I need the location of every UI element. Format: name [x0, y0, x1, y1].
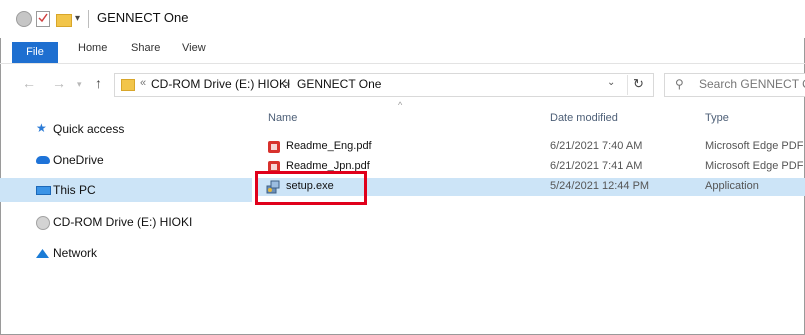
sidebar-item-network[interactable]: Network — [0, 241, 250, 265]
file-type: Application — [705, 180, 759, 192]
address-row: ← → ▾ ↑ « CD-ROM Drive (E:) HIOKI > GENN… — [0, 67, 805, 101]
sidebar-item-quick-access[interactable]: ★ Quick access — [0, 117, 250, 141]
back-arrow-icon[interactable]: ← — [22, 75, 36, 91]
drive-icon — [16, 11, 32, 27]
computer-icon — [36, 186, 51, 195]
file-type: Microsoft Edge PDF — [705, 160, 804, 172]
cd-drive-icon — [36, 216, 50, 230]
sidebar-item-label: OneDrive — [53, 153, 104, 167]
star-icon: ★ — [36, 121, 47, 135]
column-header-type[interactable]: Type — [705, 112, 729, 124]
chevron-right-icon[interactable]: « — [140, 77, 146, 89]
refresh-icon[interactable]: ↻ — [633, 76, 644, 92]
sidebar-item-label: CD-ROM Drive (E:) HIOKI — [53, 215, 193, 229]
new-folder-icon[interactable] — [56, 14, 72, 27]
navigation-pane: ★ Quick access OneDrive This PC CD-ROM D… — [0, 105, 252, 335]
tab-home[interactable]: Home — [78, 42, 107, 54]
forward-arrow-icon[interactable]: → — [52, 75, 66, 91]
file-date: 5/24/2021 12:44 PM — [550, 180, 650, 192]
properties-icon[interactable] — [36, 11, 50, 27]
breadcrumb-drive[interactable]: CD-ROM Drive (E:) HIOKI — [151, 77, 290, 91]
divider — [88, 10, 89, 28]
tab-file[interactable]: File — [12, 42, 58, 63]
pdf-icon — [268, 141, 280, 153]
chevron-down-icon[interactable]: ▾ — [75, 13, 80, 29]
file-row[interactable]: Readme_Eng.pdf 6/21/2021 7:40 AM Microso… — [258, 138, 805, 156]
chevron-down-icon[interactable]: ⌄ — [607, 77, 615, 88]
sidebar-item-cd-drive[interactable]: CD-ROM Drive (E:) HIOKI — [0, 210, 250, 234]
file-name: Readme_Eng.pdf — [286, 140, 372, 152]
search-icon: ⚲ — [675, 77, 684, 91]
ribbon: Home Share View — [0, 38, 805, 64]
file-type: Microsoft Edge PDF — [705, 140, 804, 152]
divider — [627, 75, 628, 95]
breadcrumb-folder[interactable]: GENNECT One — [297, 77, 381, 91]
sidebar-item-this-pc[interactable]: This PC — [0, 178, 252, 202]
column-header-date[interactable]: Date modified — [550, 112, 618, 124]
sort-ascending-icon: ^ — [398, 100, 403, 110]
address-bar[interactable]: « CD-ROM Drive (E:) HIOKI > GENNECT One … — [114, 73, 654, 97]
file-date: 6/21/2021 7:40 AM — [550, 140, 643, 152]
column-header-name[interactable]: Name — [268, 112, 297, 124]
search-placeholder: Search GENNECT One — [699, 77, 805, 91]
highlight-box — [255, 171, 367, 205]
folder-icon — [121, 79, 135, 91]
cloud-icon — [36, 156, 50, 164]
tab-view[interactable]: View — [182, 42, 206, 54]
file-date: 6/21/2021 7:41 AM — [550, 160, 643, 172]
breadcrumb-separator[interactable]: > — [283, 77, 290, 91]
sidebar-item-label: This PC — [53, 183, 96, 197]
tab-share[interactable]: Share — [131, 42, 160, 54]
title-bar: ▾ GENNECT One — [0, 0, 805, 38]
network-icon — [36, 249, 49, 258]
search-input[interactable]: ⚲ Search GENNECT One — [664, 73, 805, 97]
sidebar-item-label: Quick access — [53, 122, 125, 136]
recent-locations-icon[interactable]: ▾ — [77, 79, 82, 90]
up-arrow-icon[interactable]: ↑ — [95, 75, 102, 91]
sidebar-item-label: Network — [53, 246, 98, 260]
sidebar-item-onedrive[interactable]: OneDrive — [0, 148, 250, 172]
window-title: GENNECT One — [97, 10, 189, 25]
